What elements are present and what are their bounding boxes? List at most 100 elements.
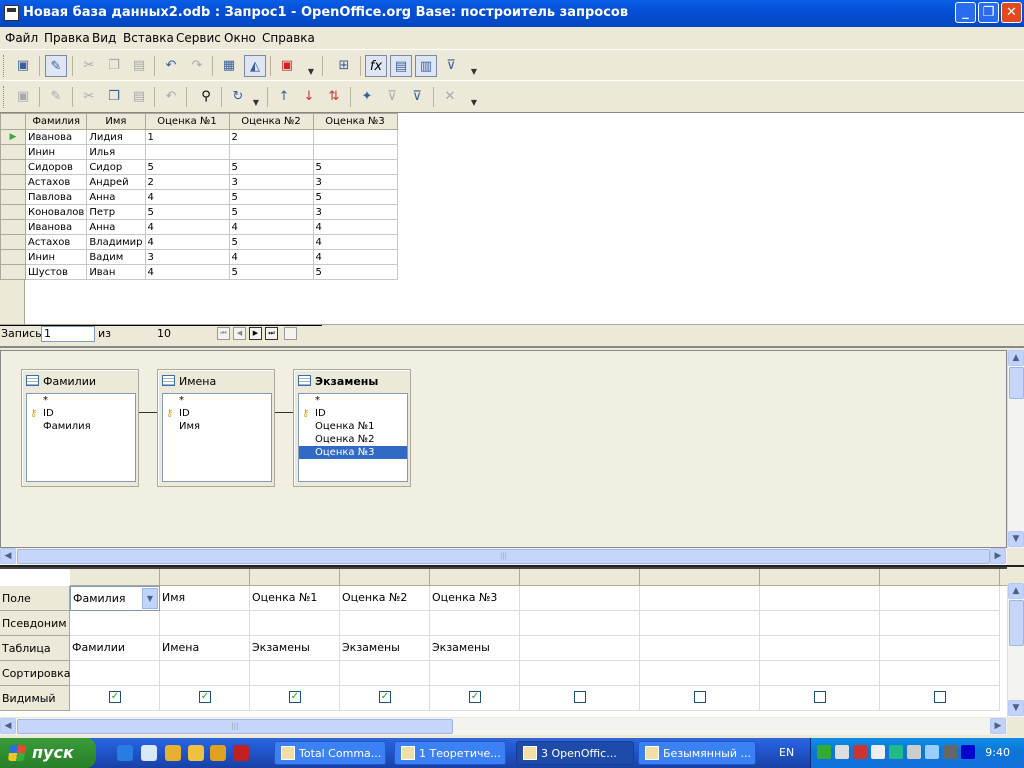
alias-cell[interactable] [160, 611, 250, 636]
criteria-column-header[interactable] [520, 569, 640, 586]
alias-cell[interactable] [880, 611, 1000, 636]
undo-icon[interactable]: ↶ [160, 55, 182, 77]
next-record-icon[interactable]: ▶ [249, 327, 262, 340]
row-header[interactable] [0, 189, 26, 205]
scroll-thumb[interactable]: ||| [17, 719, 453, 734]
standard-filter-icon[interactable]: ⊽ [406, 86, 428, 108]
table-cell[interactable]: Иванова [24, 219, 88, 235]
tray-icon[interactable] [943, 745, 957, 759]
desktop-icon[interactable] [141, 745, 157, 761]
toolbar-overflow-icon[interactable]: ▼ [306, 55, 316, 77]
table-cell[interactable]: Владимир [86, 234, 146, 250]
table-cell[interactable]: Анна [86, 219, 146, 235]
redo-icon[interactable]: ↷ [186, 55, 208, 77]
alias-cell[interactable] [250, 611, 340, 636]
table-cell[interactable]: 4 [312, 234, 398, 250]
visible-checkbox[interactable] [574, 691, 586, 703]
cut-icon[interactable]: ✂ [78, 55, 100, 77]
save-record-icon[interactable]: ▣ [12, 86, 34, 108]
alias-icon[interactable]: ▥ [415, 55, 437, 77]
visible-checkbox[interactable]: ✓ [109, 691, 121, 703]
find-record-icon[interactable]: ⚲ [195, 86, 217, 108]
column-header[interactable]: Имя [86, 113, 146, 130]
criteria-vertical-scrollbar[interactable]: ▲ ▼ [1007, 583, 1024, 717]
volume-icon[interactable] [925, 745, 939, 759]
table-cell[interactable]: 5 [312, 159, 398, 175]
table-cell[interactable]: 4 [312, 219, 398, 235]
menu-edit[interactable]: Правка [44, 31, 90, 45]
table-cell[interactable]: 5 [144, 159, 230, 175]
table-cell[interactable]: Инин [24, 249, 88, 265]
column-header[interactable]: Оценка №2 [228, 113, 314, 130]
menu-window[interactable]: Окно [224, 31, 256, 45]
alias-cell[interactable] [340, 611, 430, 636]
table-cell[interactable]: Иванова [24, 129, 88, 145]
scroll-down-icon[interactable]: ▼ [1008, 531, 1024, 547]
tray-icon[interactable] [889, 745, 903, 759]
functions-icon[interactable]: fx [365, 55, 387, 77]
sort-cell[interactable] [430, 661, 520, 686]
visible-cell[interactable] [640, 686, 760, 711]
toolbar3-overflow-icon[interactable]: ▼ [469, 86, 479, 108]
quicklaunch-icon[interactable] [210, 745, 226, 761]
visible-cell[interactable] [520, 686, 640, 711]
field-item[interactable]: * [299, 394, 407, 407]
field-item[interactable]: ⚷ ID [163, 407, 271, 420]
menu-file[interactable]: Файл [5, 31, 38, 45]
taskbar-task[interactable]: 3 OpenOffic... [516, 741, 634, 765]
field-cell[interactable]: Оценка №2 [340, 586, 430, 611]
row-header[interactable] [0, 144, 26, 160]
field-cell[interactable] [520, 586, 640, 611]
table-cell[interactable] [144, 144, 230, 160]
visible-checkbox[interactable]: ✓ [199, 691, 211, 703]
criteria-column-header[interactable] [760, 569, 880, 586]
table-cell[interactable]: 4 [144, 219, 230, 235]
field-dropdown-icon[interactable]: ▼ [142, 588, 158, 609]
table-cell[interactable]: 4 [312, 249, 398, 265]
table-cell[interactable]: 2 [144, 174, 230, 190]
tray-icon[interactable] [853, 745, 867, 759]
table-cell[interactable]: Петр [86, 204, 146, 220]
alias-cell[interactable] [520, 611, 640, 636]
field-item[interactable]: Имя [163, 420, 271, 433]
table-cell[interactable] [312, 129, 398, 145]
table-cell[interactable]: Астахов [24, 234, 88, 250]
visible-cell[interactable] [880, 686, 1000, 711]
table-cell[interactable] [312, 144, 398, 160]
table-cell[interactable]: Экзамены [430, 636, 520, 661]
column-header[interactable]: Оценка №1 [144, 113, 230, 130]
table-row[interactable]: Инин Вадим 3 4 4 [0, 249, 398, 265]
table-cell[interactable]: 5 [228, 189, 314, 205]
design-horizontal-scrollbar[interactable]: ◀ ||| ▶ [0, 548, 1007, 565]
sort-cell[interactable] [250, 661, 340, 686]
autofilter-icon[interactable]: ✦ [356, 86, 378, 108]
criteria-column-header[interactable] [250, 569, 340, 586]
table-cell[interactable] [520, 636, 640, 661]
previous-record-icon[interactable]: ◀ [233, 327, 246, 340]
table-window-imena[interactable]: Имена * ⚷ ID Имя [157, 369, 275, 487]
table-cell[interactable]: 4 [144, 234, 230, 250]
table-cell[interactable]: 5 [312, 264, 398, 280]
visible-cell[interactable] [760, 686, 880, 711]
visible-checkbox[interactable] [934, 691, 946, 703]
menu-tools[interactable]: Сервис [176, 31, 221, 45]
table-cell[interactable]: 3 [312, 174, 398, 190]
scroll-thumb[interactable] [1009, 600, 1024, 646]
field-item[interactable]: ⚷ ID [27, 407, 135, 420]
table-cell[interactable] [760, 636, 880, 661]
menu-help[interactable]: Справка [262, 31, 315, 45]
current-row-icon[interactable]: ▶ [0, 129, 26, 145]
table-row[interactable]: Шустов Иван 4 5 5 [0, 264, 398, 280]
visible-cell[interactable]: ✓ [340, 686, 430, 711]
alias-cell[interactable] [430, 611, 520, 636]
visible-checkbox[interactable]: ✓ [469, 691, 481, 703]
apply-filter-icon[interactable]: ⊽ [381, 86, 403, 108]
field-cell[interactable] [880, 586, 1000, 611]
table-window-familii[interactable]: Фамилии * ⚷ ID Фамилия [21, 369, 139, 487]
table-cell[interactable]: Экзамены [340, 636, 430, 661]
first-record-icon[interactable]: ⏮ [217, 327, 230, 340]
refresh-dropdown-icon[interactable]: ▼ [251, 86, 261, 108]
app-icon[interactable] [4, 5, 19, 21]
visible-cell[interactable]: ✓ [160, 686, 250, 711]
table-cell[interactable]: Анна [86, 189, 146, 205]
